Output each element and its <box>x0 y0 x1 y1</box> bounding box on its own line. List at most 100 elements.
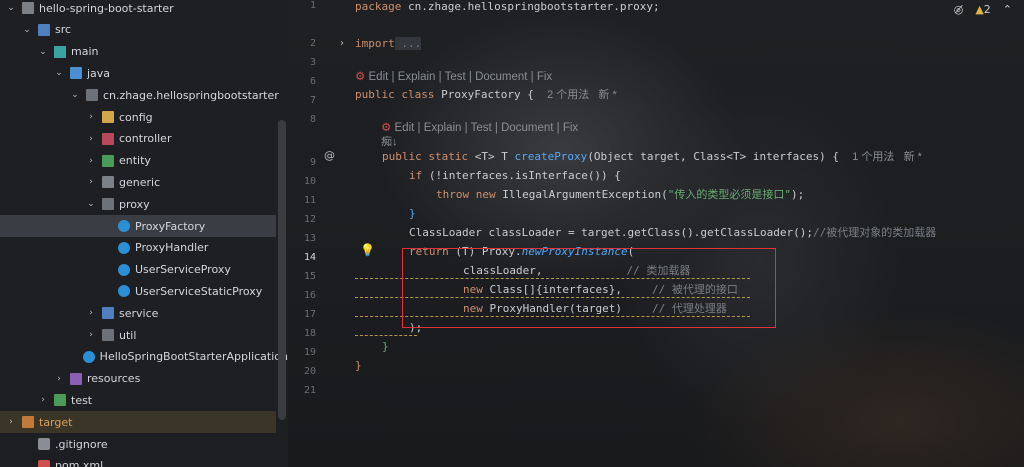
editor-gutter: 1 2 3 6 7 8 9 10 11 12 13 14 15 16 17 18 19 20 21 <box>290 0 346 467</box>
chevron-down-icon[interactable]: ⌄ <box>38 47 48 57</box>
project-tree: ⌄ hello-spring-boot-starter ⌄ src ⌄ main ⌄ java… <box>0 0 288 467</box>
resources-folder-icon <box>70 372 82 385</box>
line-number: 18 <box>303 328 316 339</box>
inspections-up-icon[interactable]: ⌃ <box>1003 3 1012 16</box>
tree-item-target[interactable]: › target <box>0 411 276 434</box>
tree-item-hello-spring-boot-starter[interactable]: ⌄ hello-spring-boot-starter <box>0 0 288 19</box>
line-number: 11 <box>303 195 316 206</box>
util-package-icon <box>102 329 114 341</box>
tree-item-service[interactable]: › service <box>0 302 288 324</box>
chevron-right-icon[interactable]: › <box>86 134 96 144</box>
tree-item-proxy[interactable]: ⌄ proxy <box>0 193 288 215</box>
tree-item-hellospringbootstarterapplication[interactable]: HelloSpringBootStarterApplication <box>0 346 288 368</box>
gitignore-file-icon <box>38 438 50 450</box>
source-folder-icon <box>38 23 50 36</box>
excluded-folder-icon <box>22 416 34 429</box>
tree-item-label: util <box>119 328 137 342</box>
code-line-3: import ... <box>355 37 422 50</box>
fold-arrow-icon[interactable]: › <box>340 38 344 49</box>
tree-item-controller[interactable]: › controller <box>0 128 288 150</box>
entity-package-icon <box>102 154 114 167</box>
chevron-down-icon[interactable]: ⌄ <box>6 3 16 13</box>
chevron-down-icon[interactable]: ⌄ <box>22 25 32 35</box>
line-number: 15 <box>303 271 316 282</box>
tree-item-label: config <box>119 110 153 124</box>
tree-item-label: UserServiceProxy <box>135 263 231 277</box>
line-number: 7 <box>309 95 316 106</box>
code-line-20: } <box>355 359 362 372</box>
tree-item-label: test <box>71 393 93 407</box>
tree-item-proxyfactory[interactable]: ProxyFactory <box>0 215 276 237</box>
tree-item-java[interactable]: ⌄ java <box>0 62 288 84</box>
line-number: 19 <box>303 347 316 358</box>
tree-item-label: generic <box>119 175 161 189</box>
warning-underline <box>355 334 417 336</box>
line-number: 16 <box>303 290 316 301</box>
chevron-right-icon[interactable]: › <box>86 308 96 318</box>
tree-item-label: controller <box>119 132 172 146</box>
tree-item-config[interactable]: › config <box>0 106 288 128</box>
line-number: 9 <box>309 157 316 168</box>
line-number: 10 <box>303 176 316 187</box>
chevron-down-icon[interactable]: ⌄ <box>70 90 80 100</box>
tree-item-util[interactable]: › util <box>0 324 288 346</box>
chevron-right-icon[interactable]: › <box>54 374 64 384</box>
tree-scrollbar[interactable] <box>278 120 286 420</box>
line-number: 14 <box>303 252 316 263</box>
tree-item-cn-zhage-hellospringbootstarter[interactable]: ⌄ cn.zhage.hellospringbootstarter <box>0 84 288 106</box>
warnings-count: 2 <box>983 3 991 16</box>
tree-item-label: resources <box>87 372 141 386</box>
reader-mode-icon[interactable]: ◎̸ <box>954 3 964 16</box>
tree-item-label: hello-spring-boot-starter <box>39 1 174 15</box>
code-line-1: package cn.zhage.hellospringbootstarter.… <box>355 0 660 13</box>
tree-item-label: ProxyFactory <box>135 219 206 233</box>
code-lens-class[interactable]: ⚙ Edit | Explain | Test | Document | Fix <box>355 68 552 86</box>
chevron-right-icon[interactable]: › <box>86 112 96 122</box>
test-folder-icon <box>54 394 66 407</box>
tree-item-test[interactable]: › test <box>0 389 288 411</box>
tree-item-label: cn.zhage.hellospringbootstarter <box>103 88 279 102</box>
tree-item-pom-xml[interactable]: pom.xml <box>0 455 288 467</box>
spring-class-icon <box>82 350 95 363</box>
override-marker-icon[interactable]: @ <box>324 149 335 162</box>
tree-item-userserviceproxy[interactable]: UserServiceProxy <box>0 259 288 281</box>
chevron-right-icon[interactable]: › <box>86 156 96 166</box>
chevron-right-icon[interactable]: › <box>86 330 96 340</box>
editor-status: ◎̸ ▲2 ⌃ <box>954 3 1012 16</box>
line-number: 21 <box>303 385 316 396</box>
chevron-right-icon[interactable]: › <box>86 177 96 187</box>
code-line-13: ClassLoader classLoader = target.getClas… <box>409 226 937 239</box>
tree-item-proxyhandler[interactable]: ProxyHandler <box>0 237 288 259</box>
class-icon <box>118 263 130 276</box>
chevron-right-icon[interactable]: › <box>6 417 16 427</box>
tree-item-resources[interactable]: › resources <box>0 368 288 390</box>
code-lens-method[interactable]: ⚙ Edit | Explain | Test | Document | Fix <box>381 119 578 137</box>
chevron-down-icon[interactable]: ⌄ <box>54 68 64 78</box>
chevron-down-icon[interactable]: ⌄ <box>86 199 96 209</box>
warnings-indicator[interactable]: ▲2 <box>975 3 990 16</box>
folder-icon <box>102 176 114 189</box>
line-number: 8 <box>309 114 316 125</box>
highlight-box <box>402 248 776 328</box>
tree-item-main[interactable]: ⌄ main <box>0 41 288 63</box>
tree-item-label: src <box>55 23 72 37</box>
chevron-right-icon[interactable]: › <box>38 395 48 405</box>
code-editor[interactable]: package cn.zhage.hellospringbootstarter.… <box>355 0 936 372</box>
class-icon <box>118 220 130 232</box>
tree-item-label: ProxyHandler <box>135 241 209 255</box>
tree-item-gitignore[interactable]: .gitignore <box>0 433 288 455</box>
tree-item-generic[interactable]: › generic <box>0 171 288 193</box>
tree-item-entity[interactable]: › entity <box>0 150 288 172</box>
tree-item-label: main <box>71 45 99 59</box>
maven-file-icon <box>38 459 50 467</box>
code-line-19: } <box>382 340 389 353</box>
module-folder-icon <box>54 45 66 58</box>
class-icon <box>118 285 130 298</box>
tree-item-src[interactable]: ⌄ src <box>0 19 288 41</box>
tree-item-userservicestaticproxy[interactable]: UserServiceStaticProxy <box>0 280 288 302</box>
line-number: 20 <box>303 366 316 377</box>
